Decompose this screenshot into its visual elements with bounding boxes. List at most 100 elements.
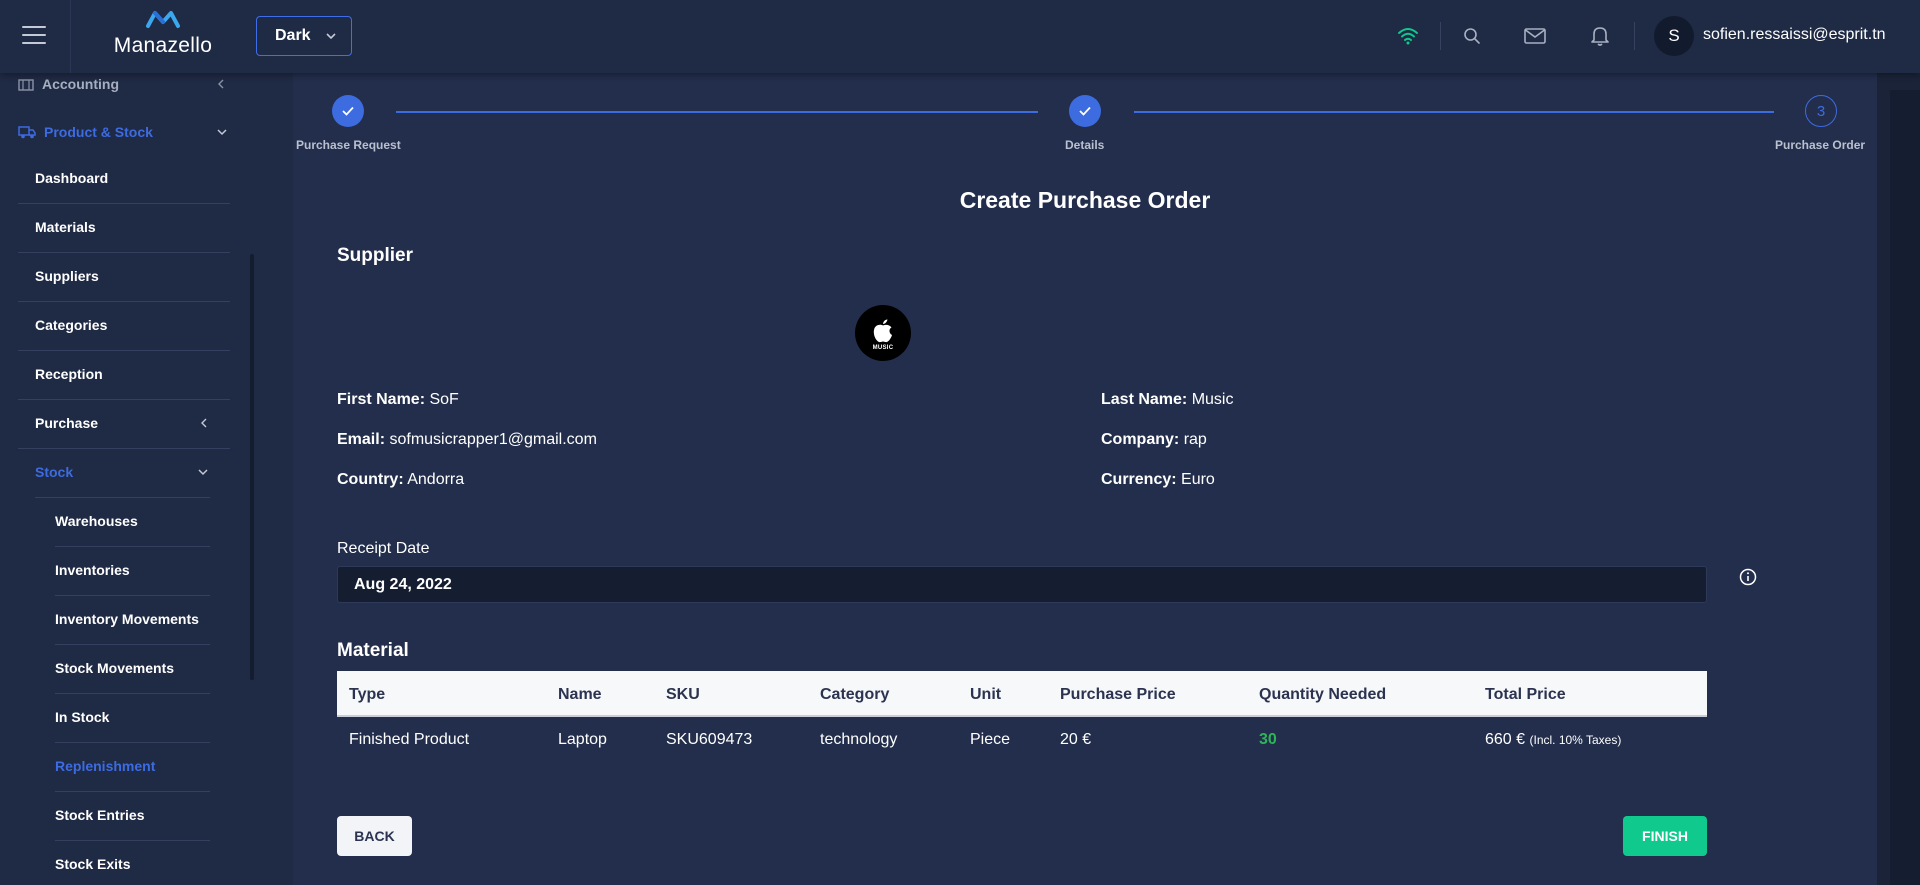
sidebar-item-label: Purchase bbox=[35, 415, 99, 431]
user-email[interactable]: sofien.ressaissi@esprit.tn bbox=[1703, 26, 1886, 44]
sidebar-divider bbox=[18, 203, 230, 204]
finish-button[interactable]: FINISH bbox=[1623, 816, 1707, 856]
cell-unit: Piece bbox=[970, 731, 1011, 748]
cell-total-price: 660 € (Incl. 10% Taxes) bbox=[1485, 731, 1621, 749]
last-name-value: Music bbox=[1191, 391, 1234, 408]
cell-type: Finished Product bbox=[349, 731, 470, 748]
sidebar-item-purchase[interactable]: Purchase bbox=[35, 415, 215, 431]
sidebar-item-categories[interactable]: Categories bbox=[35, 317, 107, 333]
page-scrollbar-track[interactable] bbox=[1890, 90, 1920, 885]
theme-select[interactable]: Dark bbox=[256, 16, 352, 56]
sidebar-divider bbox=[55, 742, 210, 743]
sidebar-item-label: Accounting bbox=[42, 76, 119, 92]
top-divider bbox=[70, 0, 71, 73]
first-name-value: SoF bbox=[429, 391, 459, 408]
receipt-date-input[interactable]: Aug 24, 2022 bbox=[337, 566, 1707, 603]
step-3-circle[interactable]: 3 bbox=[1805, 95, 1837, 127]
sidebar-divider bbox=[18, 301, 230, 302]
receipt-date-label: Receipt Date bbox=[337, 540, 430, 557]
column-header-sku: SKU bbox=[666, 686, 700, 703]
column-header-category: Category bbox=[820, 686, 890, 703]
supplier-logo-caption: MUSIC bbox=[872, 344, 894, 351]
sidebar-item-accounting[interactable]: Accounting bbox=[18, 74, 232, 94]
sidebar-divider bbox=[18, 252, 230, 253]
sidebar-item-product-stock[interactable]: Product & Stock bbox=[18, 122, 232, 142]
chevron-left-icon bbox=[201, 418, 207, 428]
column-header-unit: Unit bbox=[970, 686, 1002, 703]
step-label-purchase-request: Purchase Request bbox=[296, 138, 401, 152]
sidebar-divider bbox=[55, 791, 210, 792]
sidebar-item-label: Inventory Movements bbox=[55, 611, 199, 627]
cell-quantity-needed: 30 bbox=[1259, 731, 1277, 748]
menu-toggle-icon[interactable] bbox=[22, 26, 46, 46]
sidebar-item-label: Reception bbox=[35, 366, 103, 382]
sidebar-item-label: Stock bbox=[35, 464, 74, 480]
country-value: Andorra bbox=[407, 471, 465, 488]
step-label-details: Details bbox=[1065, 138, 1105, 152]
chevron-left-icon bbox=[218, 79, 224, 89]
sidebar-item-label: Stock Entries bbox=[55, 807, 145, 823]
first-name-field: First Name: SoF bbox=[337, 391, 459, 409]
sidebar-item-stock-movements[interactable]: Stock Movements bbox=[55, 660, 174, 676]
sidebar-item-stock[interactable]: Stock bbox=[35, 464, 215, 480]
check-icon bbox=[342, 106, 354, 116]
back-button[interactable]: BACK bbox=[337, 816, 412, 856]
info-icon[interactable] bbox=[1737, 566, 1759, 588]
sidebar-item-materials[interactable]: Materials bbox=[35, 219, 96, 235]
sidebar-item-label: Inventories bbox=[55, 562, 130, 578]
sidebar-item-warehouses[interactable]: Warehouses bbox=[55, 513, 138, 529]
column-header-total-price: Total Price bbox=[1485, 686, 1566, 703]
sidebar-item-label: Product & Stock bbox=[44, 124, 153, 140]
theme-select-value: Dark bbox=[275, 27, 311, 44]
sidebar-item-label: In Stock bbox=[55, 709, 110, 725]
mail-icon[interactable] bbox=[1523, 24, 1547, 48]
column-header-quantity-needed: Quantity Needed bbox=[1259, 686, 1387, 703]
sidebar-divider bbox=[35, 497, 210, 498]
logo-mark-icon bbox=[146, 11, 180, 28]
apple-icon bbox=[873, 319, 892, 342]
search-icon[interactable] bbox=[1460, 24, 1484, 48]
sidebar-item-inventories[interactable]: Inventories bbox=[55, 562, 130, 578]
column-header-type: Type bbox=[349, 686, 386, 703]
sidebar-divider bbox=[55, 840, 210, 841]
header-separator bbox=[1440, 22, 1441, 50]
column-header-purchase-price: Purchase Price bbox=[1060, 686, 1176, 703]
total-price-note: (Incl. 10% Taxes) bbox=[1529, 733, 1622, 747]
app-logo[interactable]: Manazello bbox=[110, 8, 216, 64]
sidebar-item-stock-exits[interactable]: Stock Exits bbox=[55, 856, 130, 872]
supplier-logo: MUSIC bbox=[855, 305, 911, 361]
sidebar-item-in-stock[interactable]: In Stock bbox=[55, 709, 109, 725]
field-label: Last Name: bbox=[1101, 391, 1188, 408]
avatar[interactable]: S bbox=[1654, 16, 1694, 56]
country-field: Country: Andorra bbox=[337, 471, 464, 489]
step-2-circle[interactable] bbox=[1069, 95, 1101, 127]
sidebar-item-dashboard[interactable]: Dashboard bbox=[35, 170, 108, 186]
sidebar-item-reception[interactable]: Reception bbox=[35, 366, 103, 382]
chevron-down-icon bbox=[326, 33, 336, 40]
cell-sku: SKU609473 bbox=[666, 731, 753, 748]
sidebar-item-inventory-movements[interactable]: Inventory Movements bbox=[55, 611, 199, 627]
bell-icon[interactable] bbox=[1588, 24, 1612, 48]
email-value: sofmusicrapper1@gmail.com bbox=[389, 431, 597, 448]
cell-purchase-price: 20 € bbox=[1060, 731, 1092, 748]
sidebar-divider bbox=[55, 546, 210, 547]
logo-text: Manazello bbox=[113, 34, 213, 57]
field-label: First Name: bbox=[337, 391, 426, 408]
step-label-purchase-order: Purchase Order bbox=[1775, 138, 1866, 152]
sidebar-divider bbox=[18, 350, 230, 351]
sidebar-item-label: Suppliers bbox=[35, 268, 99, 284]
step-1-circle[interactable] bbox=[332, 95, 364, 127]
sidebar-item-label: Materials bbox=[35, 219, 96, 235]
sidebar-divider bbox=[55, 693, 210, 694]
sidebar-item-suppliers[interactable]: Suppliers bbox=[35, 268, 99, 284]
sidebar: Accounting Product & Stock Dashboard Mat… bbox=[0, 73, 252, 885]
top-bar: Manazello Dark S sofien.ressaissi@esprit… bbox=[0, 0, 1920, 73]
sidebar-item-stock-entries[interactable]: Stock Entries bbox=[55, 807, 144, 823]
sidebar-item-label: Stock Exits bbox=[55, 856, 131, 872]
wifi-icon[interactable] bbox=[1396, 24, 1420, 48]
sidebar-scrollbar[interactable] bbox=[250, 254, 254, 680]
supplier-heading: Supplier bbox=[337, 245, 414, 266]
column-header-name: Name bbox=[558, 686, 602, 703]
sidebar-item-replenishment[interactable]: Replenishment bbox=[55, 758, 155, 774]
sidebar-divider bbox=[55, 644, 210, 645]
